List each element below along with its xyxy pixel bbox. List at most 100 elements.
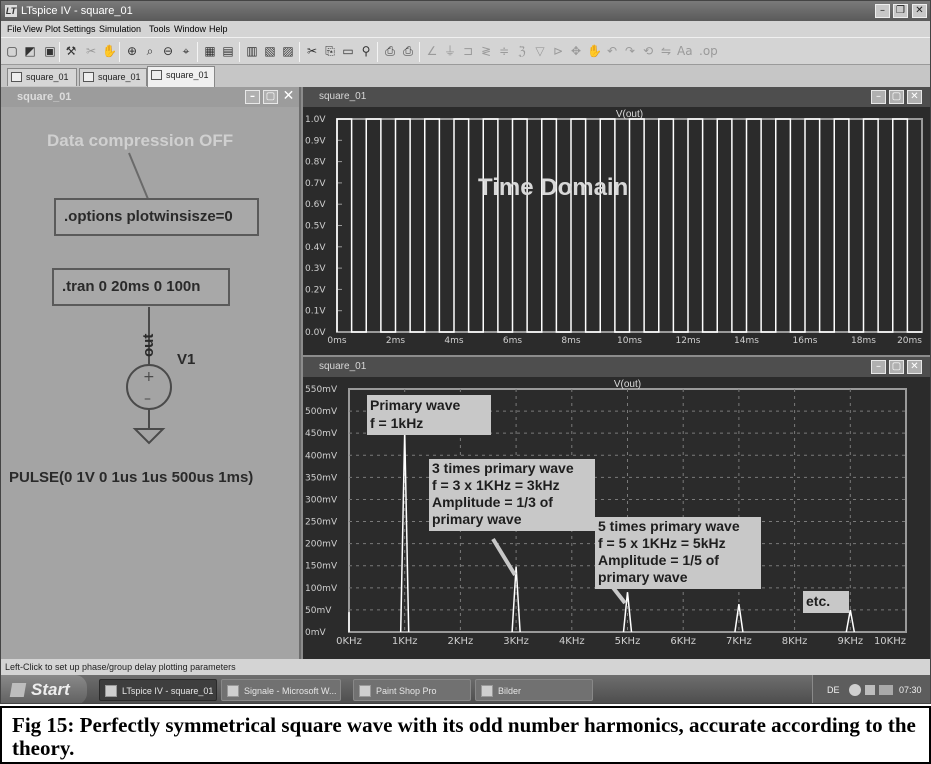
tab-waveform-2[interactable]: square_01 (147, 66, 215, 87)
net-label-out[interactable]: out (140, 334, 157, 357)
child-restore-button[interactable]: ▢ (263, 90, 278, 104)
x-tick-label: 10KHz (874, 636, 906, 647)
child-minimize-button[interactable]: – (245, 90, 260, 104)
spice-directive-icon[interactable]: .op (699, 44, 718, 59)
child-restore-button[interactable]: ▢ (889, 360, 904, 374)
zoom-in-icon[interactable]: ⊕ (125, 44, 139, 59)
task-ltspice[interactable]: LTspice IV - square_01 (99, 679, 217, 701)
task-paintshop[interactable]: Paint Shop Pro (353, 679, 471, 701)
menu-file[interactable]: File (7, 21, 22, 37)
menu-help[interactable]: Help (209, 21, 228, 37)
time-domain-plot[interactable]: V(out)0.0V0.1V0.2V0.3V0.4V0.5V0.6V0.7V0.… (303, 107, 931, 355)
control-panel-icon[interactable]: ⚒ (64, 44, 78, 59)
wire-icon[interactable]: ∠ (425, 44, 439, 59)
annotation-text: f = 3 x 1KHz = 3kHz (432, 477, 560, 493)
cut-icon[interactable]: ✂ (305, 44, 319, 59)
zoom-pan-icon[interactable]: ⌕ (143, 44, 157, 59)
redo-icon[interactable]: ↷ (623, 44, 637, 59)
minimize-button[interactable]: – (875, 4, 890, 18)
tab-schematic[interactable]: square_01 (7, 68, 77, 86)
x-tick-label: 8ms (561, 336, 580, 346)
resistor-icon[interactable]: ≷ (479, 44, 493, 59)
spice-directive-tran[interactable]: .tran 0 20ms 0 100n (52, 268, 230, 306)
ground-icon[interactable]: ⏚ (443, 44, 457, 59)
y-tick-label: 1.0V (305, 115, 326, 125)
task-word[interactable]: Signale - Microsoft W... (221, 679, 341, 701)
start-button[interactable]: Start (1, 675, 87, 703)
network-icon[interactable] (879, 685, 893, 695)
menu-window[interactable]: Window (174, 21, 206, 37)
inductor-icon[interactable]: ℨ (515, 44, 529, 59)
schematic-title: square_01 (17, 91, 72, 103)
spice-directive-options[interactable]: .options plotwinsisze=0 (54, 198, 259, 236)
tab-waveform-1[interactable]: square_01 (79, 68, 147, 86)
zoom-out-icon[interactable]: ⊖ (161, 44, 175, 59)
schematic-title-bar: square_01 – ▢ ✕ (1, 87, 299, 107)
annotation-text: primary wave (432, 511, 522, 527)
run-icon[interactable]: ✂ (84, 44, 98, 59)
child-close-button[interactable]: ✕ (907, 360, 922, 374)
source-value[interactable]: PULSE(0 1V 0 1us 1us 500us 1ms) (9, 469, 253, 486)
child-minimize-button[interactable]: – (871, 90, 886, 104)
new-schematic-icon[interactable]: ▢ (5, 44, 19, 59)
task-bilder[interactable]: Bilder (475, 679, 593, 701)
move-icon[interactable]: ✥ (569, 44, 583, 59)
autorange-icon[interactable]: ▦ (203, 44, 217, 59)
menu-simulation[interactable]: Simulation (99, 21, 141, 37)
schematic-canvas[interactable]: Data compression OFF + – .options plotwi… (1, 107, 299, 659)
maximize-button[interactable]: ❐ (893, 4, 908, 18)
menu-plot-settings[interactable]: Plot Settings (45, 21, 96, 37)
close-button[interactable]: ✕ (912, 4, 927, 18)
language-indicator[interactable]: DE (827, 675, 840, 703)
source-name[interactable]: V1 (177, 351, 195, 368)
capacitor-icon[interactable]: ≑ (497, 44, 511, 59)
drag-icon[interactable]: ✋ (587, 44, 602, 59)
label-net-icon[interactable]: ⊐ (461, 44, 475, 59)
plot-fft-title-bar: square_01 – ▢ ✕ (303, 357, 930, 377)
tile-vertical-icon[interactable]: ▨ (281, 44, 295, 59)
child-restore-button[interactable]: ▢ (889, 90, 904, 104)
rotate-icon[interactable]: ⟲ (641, 44, 655, 59)
x-tick-label: 1KHz (392, 636, 418, 647)
text-icon[interactable]: Aa (677, 44, 693, 59)
y-tick-label: 200mV (305, 540, 338, 550)
x-tick-label: 2ms (386, 336, 405, 346)
save-icon[interactable]: ▣ (43, 44, 57, 59)
task-label: Signale - Microsoft W... (244, 686, 337, 696)
print-setup-icon[interactable]: ⎙ (383, 44, 397, 59)
fft-icon[interactable]: ▤ (221, 44, 235, 59)
tile-horizontal-icon[interactable]: ▥ (245, 44, 259, 59)
child-close-button[interactable]: ✕ (907, 90, 922, 104)
y-tick-label: 0.3V (305, 264, 326, 274)
child-minimize-button[interactable]: – (871, 360, 886, 374)
zoom-fit-icon[interactable]: ⌖ (179, 44, 193, 59)
annotation-leader (491, 537, 517, 577)
print-icon[interactable]: ⎙ (401, 44, 415, 59)
y-tick-label: 250mV (305, 518, 338, 528)
undo-icon[interactable]: ↶ (605, 44, 619, 59)
tray-app-icon[interactable] (849, 684, 861, 696)
paste-icon[interactable]: ▭ (341, 44, 355, 59)
x-tick-label: 10ms (617, 336, 642, 346)
y-tick-label: 0.8V (305, 158, 326, 168)
open-icon[interactable]: ◩ (23, 44, 37, 59)
schematic-window: square_01 – ▢ ✕ Data compression OFF + – (1, 87, 301, 659)
mirror-icon[interactable]: ⇋ (659, 44, 673, 59)
diode-icon[interactable]: ▽ (533, 44, 547, 59)
window-title: LTspice IV - square_01 (21, 5, 133, 17)
status-bar: Left-Click to set up phase/group delay p… (1, 659, 930, 675)
fft-plot[interactable]: V(out) 0mV 50mV 100mV 150mV 200mV 250mV 300mV 35… (303, 377, 931, 659)
menu-tools[interactable]: Tools (149, 21, 170, 37)
menu-view[interactable]: View (23, 21, 42, 37)
waveform-icon (151, 70, 162, 80)
halt-icon[interactable]: ✋ (102, 44, 117, 59)
volume-icon[interactable] (865, 685, 875, 695)
component-icon[interactable]: ⊳ (551, 44, 565, 59)
find-icon[interactable]: ⚲ (359, 44, 373, 59)
folder-icon (481, 685, 493, 697)
cascade-icon[interactable]: ▧ (263, 44, 277, 59)
toolbar: ▢ ◩ ▣ ⚒ ✂ ✋ ⊕ ⌕ ⊖ ⌖ ▦ ▤ ▥ ▧ ▨ ✂ ⎘ ▭ ⚲ ⎙ … (1, 37, 930, 65)
tab-label: square_01 (98, 72, 141, 82)
child-close-button[interactable]: ✕ (281, 89, 296, 104)
copy-icon[interactable]: ⎘ (323, 44, 337, 59)
